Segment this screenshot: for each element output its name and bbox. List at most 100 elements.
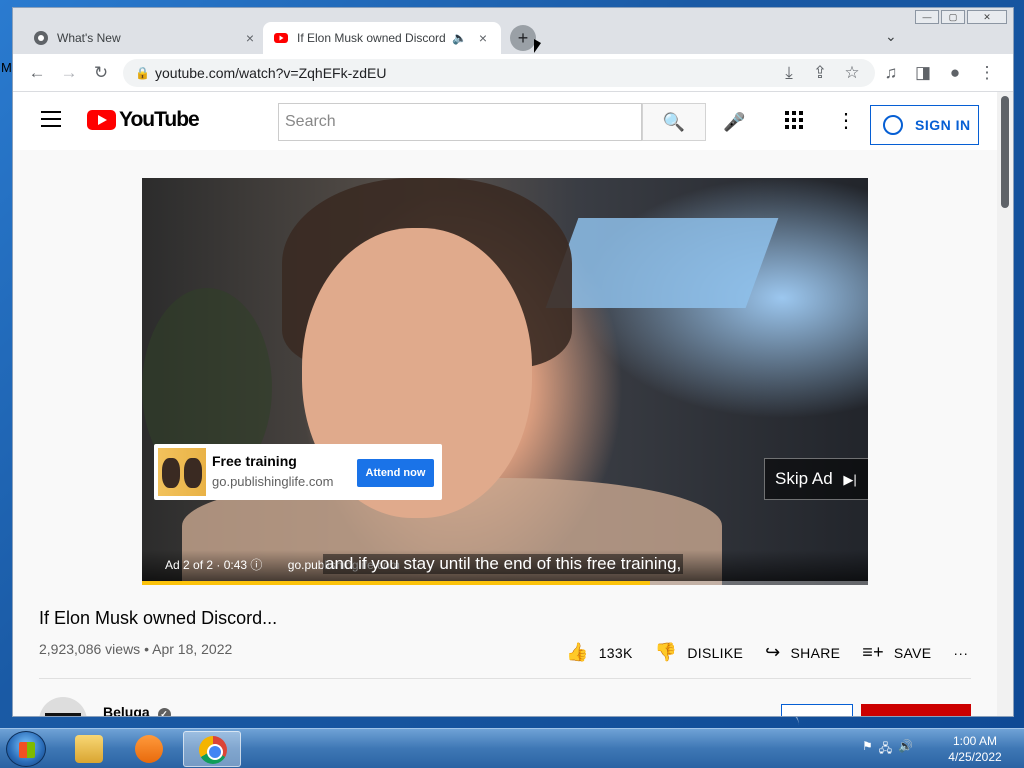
taskbar: ⚑ 🖧 🔊 1:00 AM 4/25/2022 <box>0 728 1024 768</box>
clock-time: 1:00 AM <box>952 734 998 748</box>
scrollbar-thumb[interactable] <box>1001 96 1009 208</box>
thumbs-up-icon: 👍 <box>566 642 589 662</box>
video-meta: 2,923,086 views • Apr 18, 2022 <box>39 641 232 657</box>
network-icon[interactable]: 🖧 <box>879 739 892 760</box>
system-tray: ⚑ 🖧 🔊 <box>862 739 913 760</box>
sign-in-button[interactable]: SIGN IN <box>870 105 979 145</box>
page-scrollbar[interactable] <box>997 92 1013 716</box>
tab-close-icon[interactable]: × <box>242 30 258 46</box>
tab-search-icon[interactable]: ⌄ <box>885 28 897 45</box>
channel-name-row[interactable]: Beluga ✓ <box>103 704 171 717</box>
windows-logo-icon <box>19 742 35 758</box>
chrome-icon <box>199 736 227 764</box>
action-center-flag-icon[interactable]: ⚑ <box>862 739 873 760</box>
share-arrow-icon: ↪ <box>765 642 781 662</box>
ad-url: go.publishinglife.com <box>212 474 334 489</box>
browser-window: What's New × If Elon Musk owned Discord … <box>12 7 1014 717</box>
verified-check-icon: ✓ <box>157 708 171 716</box>
ad-overlay-card[interactable]: Free training go.publishinglife.com Atte… <box>154 444 442 500</box>
tab-title: What's New <box>57 31 121 45</box>
search-button[interactable]: 🔍 <box>642 103 706 141</box>
start-button[interactable] <box>6 731 46 767</box>
skip-next-icon: ▶| <box>843 472 857 487</box>
divider <box>39 678 971 679</box>
video-title: If Elon Musk owned Discord... <box>39 608 278 628</box>
hamburger-menu-icon[interactable] <box>41 111 61 127</box>
video-actions: 👍 133K 👎 DISLIKE ↪ SHARE ≡+ SAVE ··· <box>566 642 990 663</box>
share-label: SHARE <box>790 644 841 661</box>
skip-ad-button[interactable]: Skip Ad ▶| <box>764 458 868 500</box>
url-text: youtube.com/watch?v=ZqhEFk-zdEU <box>155 65 387 81</box>
youtube-page: YouTube Search 🔍 🎤 ⋮ SIGN IN Free traini… <box>13 92 999 717</box>
search-input[interactable]: Search <box>278 103 642 141</box>
skip-ad-label: Skip Ad <box>775 469 833 488</box>
ad-info-icon[interactable]: ⓘ <box>250 558 262 572</box>
meta-separator: • <box>144 641 149 657</box>
view-count: 2,923,086 views <box>39 641 141 657</box>
bookmark-star-icon[interactable]: ☆ <box>842 63 862 83</box>
youtube-icon <box>274 33 288 43</box>
dislike-button[interactable]: 👎 DISLIKE <box>655 642 744 663</box>
youtube-play-icon <box>87 110 116 130</box>
video-scene-sunroof <box>545 218 779 308</box>
forward-icon[interactable]: → <box>59 63 79 83</box>
thumbs-down-icon: 👎 <box>654 642 678 662</box>
dislike-label: DISLIKE <box>687 644 744 661</box>
share-button[interactable]: ↪ SHARE <box>765 642 840 663</box>
mouse-cursor-icon <box>534 39 541 53</box>
youtube-header: YouTube Search 🔍 🎤 ⋮ SIGN IN <box>13 92 999 150</box>
back-icon[interactable]: ← <box>27 63 47 83</box>
playlist-add-icon: ≡+ <box>862 642 884 662</box>
microphone-icon[interactable]: 🎤 <box>723 112 745 133</box>
desktop-icon-label: M <box>1 60 12 75</box>
subscribe-button[interactable]: SUBSCRIBE <box>861 704 971 716</box>
ad-progress-bar[interactable] <box>142 581 868 585</box>
new-tab-button[interactable]: + <box>510 25 536 51</box>
install-icon[interactable]: ⤓ <box>779 63 799 83</box>
save-label: SAVE <box>893 644 932 661</box>
taskbar-chrome[interactable] <box>183 731 241 767</box>
like-button[interactable]: 👍 133K <box>566 642 633 663</box>
folder-icon <box>75 735 103 763</box>
channel-name: Beluga <box>103 704 150 717</box>
clock[interactable]: 1:00 AM 4/25/2022 <box>940 733 1010 765</box>
video-caption: and if you stay until the end of this fr… <box>323 554 684 574</box>
youtube-wordmark: YouTube <box>119 108 200 131</box>
browser-menu-icon[interactable]: ⋮ <box>977 63 997 83</box>
taskbar-explorer[interactable] <box>60 731 118 767</box>
apps-grid-icon[interactable] <box>785 111 803 134</box>
minimize-button[interactable]: — <box>915 10 939 24</box>
media-control-icon[interactable]: ♫ <box>881 63 901 83</box>
search-icon: 🔍 <box>662 112 686 132</box>
address-bar[interactable]: 🔒 youtube.com/watch?v=ZqhEFk-zdEU <box>123 59 875 87</box>
audio-playing-icon[interactable]: 🔈 <box>452 31 467 45</box>
close-window-button[interactable]: ✕ <box>967 10 1007 24</box>
upload-date: Apr 18, 2022 <box>152 641 233 657</box>
video-player[interactable]: Free training go.publishinglife.com Atte… <box>142 178 868 585</box>
more-actions-icon[interactable]: ··· <box>953 645 968 661</box>
tab-whats-new[interactable]: What's New × <box>23 22 268 54</box>
taskbar-media-player[interactable] <box>120 731 178 767</box>
profile-icon[interactable]: ● <box>945 63 965 83</box>
save-button[interactable]: ≡+ SAVE <box>862 642 931 663</box>
tab-youtube[interactable]: If Elon Musk owned Discord 🔈 × <box>263 22 501 54</box>
media-player-icon <box>135 735 163 763</box>
ad-thumbnail <box>158 448 206 496</box>
channel-avatar[interactable] <box>39 697 87 716</box>
ad-progress-fill <box>142 581 651 585</box>
side-panel-icon[interactable]: ◨ <box>913 63 933 83</box>
attend-now-button[interactable]: Attend now <box>357 459 434 487</box>
lock-icon[interactable]: 🔒 <box>135 59 150 87</box>
settings-more-icon[interactable]: ⋮ <box>836 108 856 133</box>
like-count: 133K <box>598 644 633 661</box>
share-icon[interactable]: ⇪ <box>810 63 830 83</box>
reload-icon[interactable]: ↻ <box>91 63 111 83</box>
tab-close-icon[interactable]: × <box>475 30 491 46</box>
join-button[interactable]: JOIN <box>781 704 853 716</box>
user-icon <box>883 115 903 135</box>
chrome-icon <box>34 31 48 45</box>
sign-in-label: SIGN IN <box>915 117 971 133</box>
volume-icon[interactable]: 🔊 <box>898 739 913 760</box>
youtube-logo[interactable]: YouTube <box>87 108 200 132</box>
maximize-button[interactable]: ▢ <box>941 10 965 24</box>
